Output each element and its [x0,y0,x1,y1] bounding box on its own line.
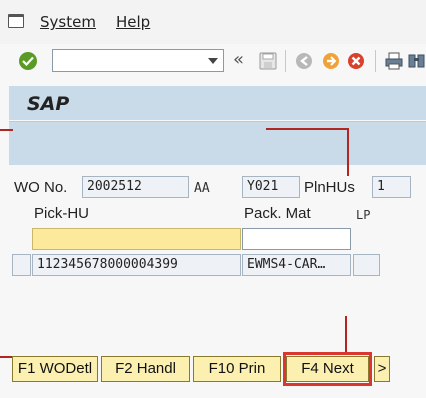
f1-wodetl-button[interactable]: F1 WODetl [12,356,98,382]
more-button[interactable]: > [374,356,390,382]
collapse-arrow-icon[interactable]: « [233,49,244,70]
highlight-box [283,352,372,386]
command-field[interactable] [52,49,224,72]
window-menu-icon[interactable] [8,14,24,28]
wo-no-label: WO No. [14,179,68,196]
lp-label: LP [356,208,371,222]
callout-line [347,128,349,176]
exit-icon[interactable] [321,51,341,71]
back-icon[interactable] [294,51,314,71]
menu-system-label: System [40,13,96,31]
pack-mat-input[interactable] [242,228,351,250]
menu-system[interactable]: System [40,13,96,31]
application-toolbar [9,121,426,165]
plnhus-label: PlnHUs [304,179,355,196]
wo-code-field: Y021 [242,176,300,198]
table-cell-material: EWMS4-CAR… [242,254,351,276]
menu-help[interactable]: Help [116,13,150,31]
find-icon[interactable] [407,51,426,71]
title-bar [9,86,426,120]
wo-no-field: 2002512 [82,176,189,198]
callout-line [0,129,13,131]
table-cell-hu: 112345678000004399 [32,254,241,276]
cancel-icon[interactable] [346,51,366,71]
pack-mat-label: Pack. Mat [244,205,311,222]
pick-hu-label: Pick-HU [34,205,89,222]
plnhus-field: 1 [372,176,411,198]
print-icon[interactable] [384,51,404,71]
f10-prin-button[interactable]: F10 Prin [193,356,281,382]
menu-help-label: Help [116,13,151,31]
callout-line [266,128,348,130]
chevron-down-icon[interactable] [208,58,218,64]
page-title: SAP [27,93,70,115]
pick-hu-input[interactable] [32,228,241,250]
callout-line [345,316,347,353]
f2-handl-button[interactable]: F2 Handl [101,356,190,382]
save-icon[interactable] [258,51,278,71]
ok-check-icon[interactable] [19,52,37,70]
toolbar-separator [285,50,286,72]
table-cell-lp [353,254,380,276]
wo-type-text: AA [194,181,210,196]
toolbar-separator [375,50,376,72]
row-selector[interactable] [12,254,31,276]
